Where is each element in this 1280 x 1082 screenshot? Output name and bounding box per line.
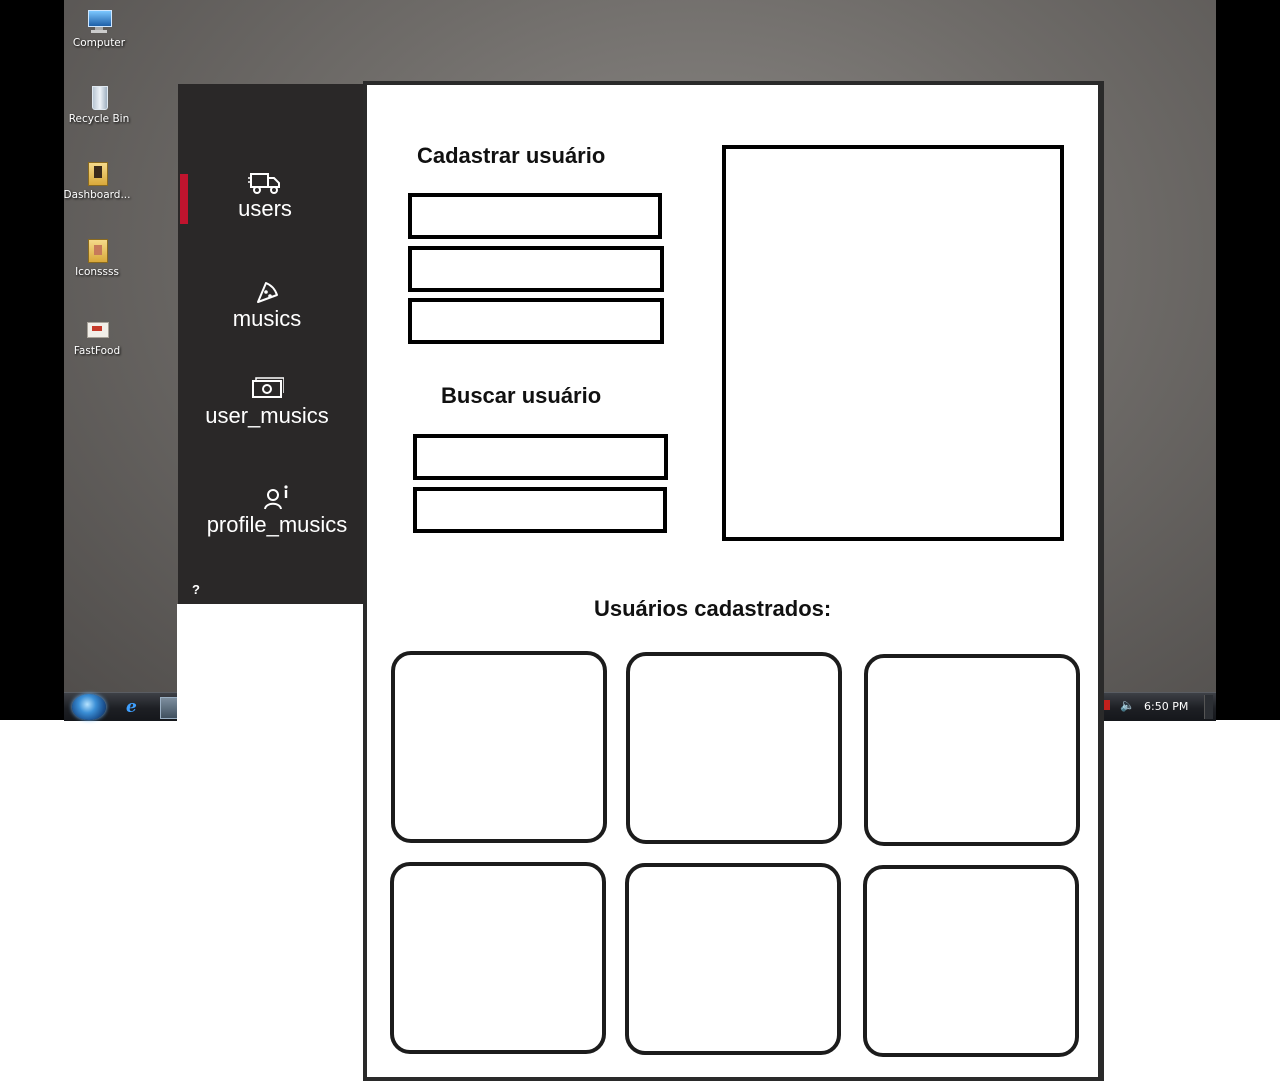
money-icon	[174, 375, 360, 403]
desktop-icon-computer[interactable]: Computer	[64, 8, 134, 49]
user-card[interactable]	[625, 863, 841, 1055]
sidebar-item-users[interactable]: users	[172, 168, 358, 222]
truck-icon	[172, 168, 358, 196]
search-title: Buscar usuário	[441, 383, 602, 408]
volume-icon[interactable]: 🔈	[1120, 698, 1135, 712]
sidebar-item-profile-musics[interactable]: profile_musics	[184, 484, 370, 538]
desktop-icon-label: Iconssss	[75, 266, 119, 278]
taskbar-clock[interactable]: 6:50 PM	[1144, 700, 1188, 713]
start-button[interactable]	[72, 694, 106, 720]
sidebar-item-label: user_musics	[205, 403, 329, 428]
register-field-1[interactable]	[408, 193, 662, 239]
desktop-icon-iconssss[interactable]: Iconssss	[62, 237, 132, 278]
user-card[interactable]	[391, 651, 607, 843]
register-field-2[interactable]	[408, 246, 664, 292]
sidebar-item-label: profile_musics	[206, 512, 348, 537]
user-card[interactable]	[864, 654, 1080, 846]
computer-icon	[86, 8, 112, 34]
folder-icon	[84, 160, 110, 186]
show-desktop-button[interactable]	[1204, 695, 1213, 719]
register-field-3[interactable]	[408, 298, 664, 344]
user-card[interactable]	[626, 652, 842, 844]
user-card[interactable]	[863, 865, 1079, 1057]
sidebar-item-user-musics[interactable]: user_musics	[174, 375, 360, 429]
sidebar-underlay	[177, 604, 363, 724]
sidebar-item-label: users	[238, 196, 292, 221]
recycle-bin-icon	[86, 84, 112, 110]
list-title: Usuários cadastrados:	[594, 596, 832, 621]
search-field-1[interactable]	[413, 434, 668, 480]
help-link[interactable]: ?	[192, 582, 200, 597]
desktop-icon-label: Dashboard...	[63, 189, 131, 201]
desktop-icon-recycle-bin[interactable]: Recycle Bin	[64, 84, 134, 125]
sidebar-item-musics[interactable]: musics	[174, 278, 360, 332]
action-center-flag-icon[interactable]	[1104, 700, 1110, 710]
shortcut-icon	[84, 316, 110, 342]
desktop-icon-dashboard[interactable]: Dashboard...	[62, 160, 132, 201]
sidebar-item-label: musics	[232, 306, 302, 331]
desktop-icon-label: Recycle Bin	[68, 113, 130, 125]
search-field-2[interactable]	[413, 487, 667, 533]
register-title: Cadastrar usuário	[417, 143, 606, 168]
user-preview-box	[722, 145, 1064, 541]
folder-icon	[84, 237, 110, 263]
desktop-icon-label: Computer	[72, 37, 126, 49]
desktop-icon-fastfood[interactable]: FastFood	[62, 316, 132, 357]
user-info-icon	[184, 484, 370, 512]
sidebar: users musics user_musics profile_musics …	[178, 84, 364, 604]
pizza-slice-icon	[174, 278, 360, 306]
main-panel: Cadastrar usuário Buscar usuário Usuário…	[363, 81, 1104, 1081]
desktop-icon-label: FastFood	[73, 345, 121, 357]
internet-explorer-icon[interactable]: e	[126, 697, 137, 717]
user-card[interactable]	[390, 862, 606, 1054]
